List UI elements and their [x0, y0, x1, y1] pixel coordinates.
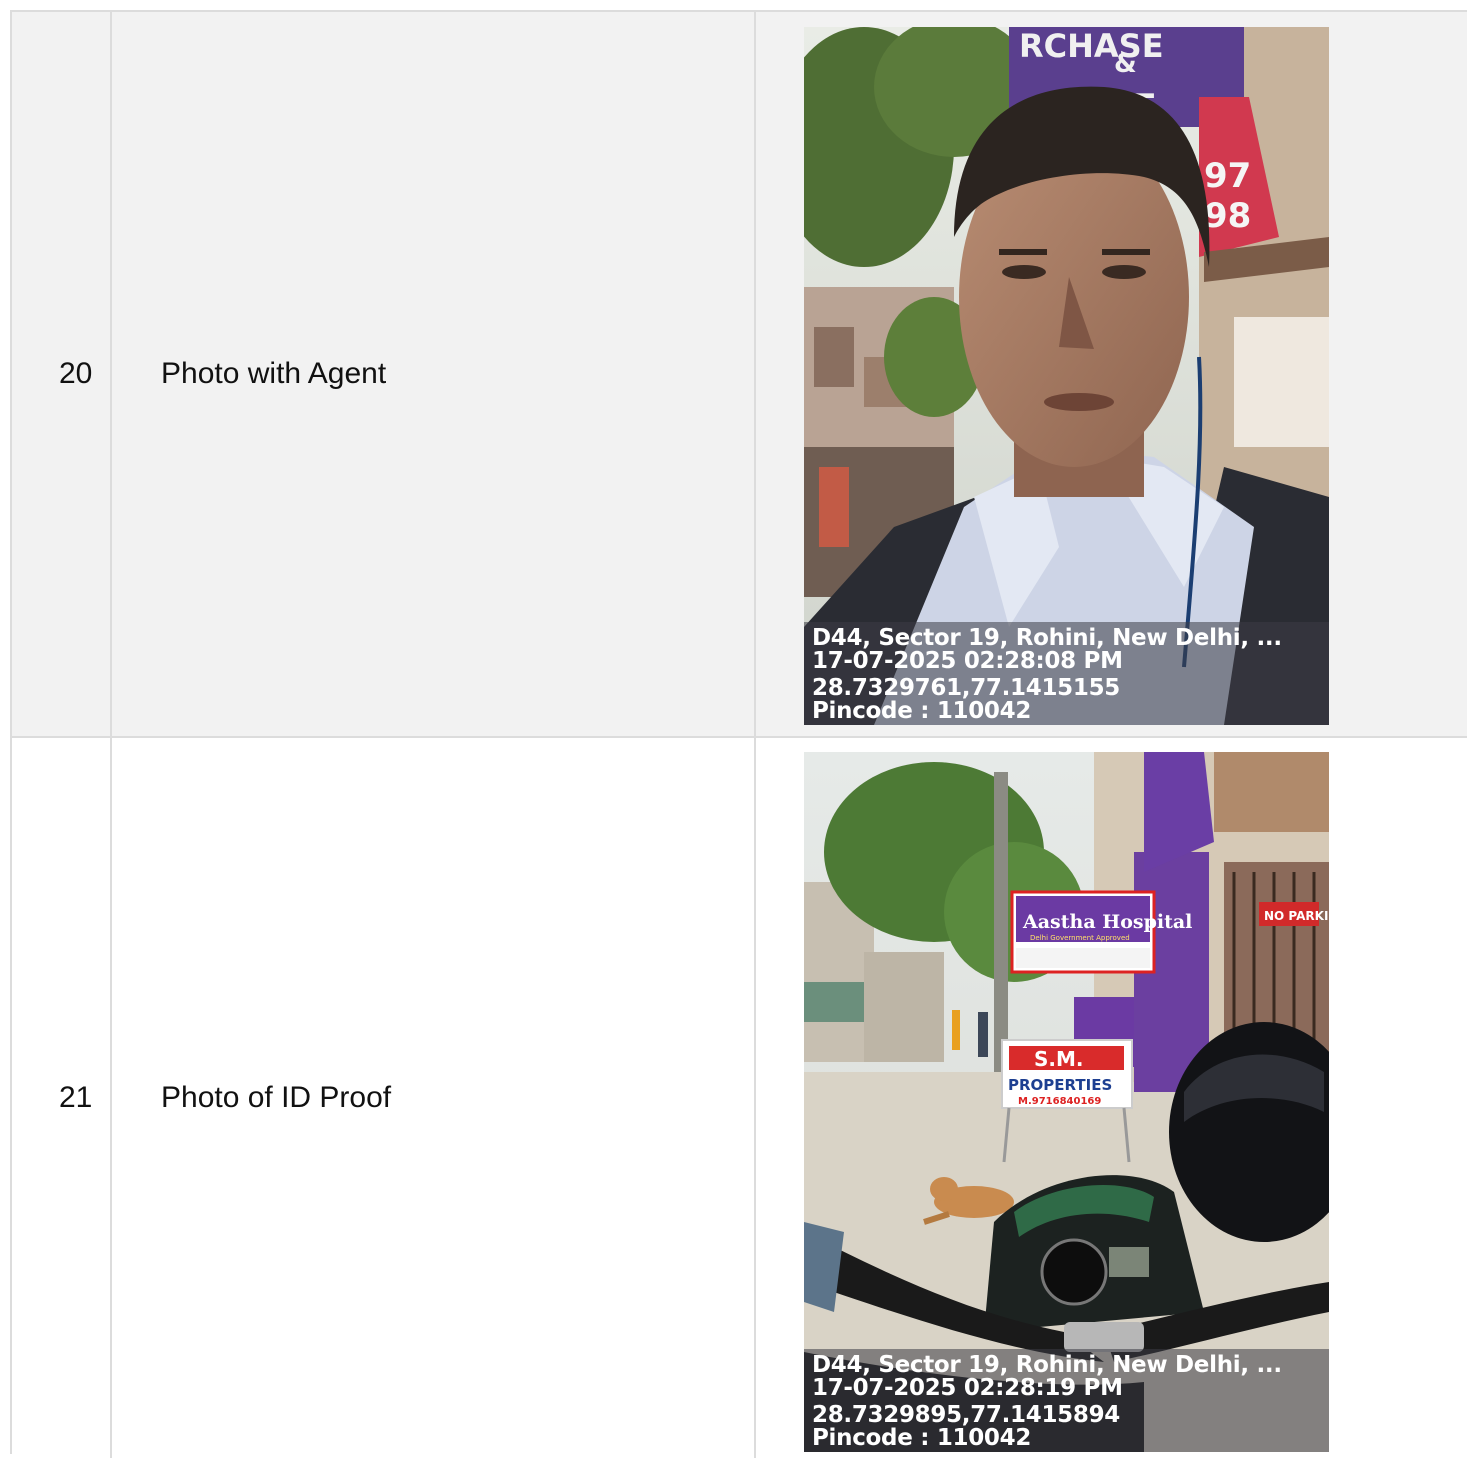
- sign-text-1: RCHASE: [1019, 27, 1164, 65]
- geo-stamp: D44, Sector 19, Rohini, New Delhi, ... 1…: [804, 1349, 1329, 1452]
- stamp-pincode: Pincode : 110042: [812, 698, 1032, 724]
- parking-sign-text: NO PARKING: [1264, 909, 1329, 923]
- stamp-timestamp: 17-07-2025 02:28:08 PM: [812, 648, 1123, 674]
- id-proof-photo[interactable]: NO PARKING Aastha Hospital Delhi Governm…: [804, 752, 1329, 1452]
- photo-table: 20 Photo with Agent RCHASE & 97 98 D44, …: [10, 10, 1467, 1458]
- description-cell: Photo with Agent: [112, 12, 756, 736]
- hospital-sign-text: Aastha Hospital: [1022, 911, 1192, 933]
- street-image: NO PARKING Aastha Hospital Delhi Governm…: [804, 752, 1329, 1452]
- sign-text-5: 98: [1204, 196, 1251, 236]
- stamp-pincode: Pincode : 110042: [812, 1425, 1032, 1451]
- photo-cell: NO PARKING Aastha Hospital Delhi Governm…: [756, 738, 1467, 1458]
- properties-sign-phone: M.9716840169: [1018, 1096, 1101, 1107]
- serial-number-cell: 21: [12, 738, 112, 1458]
- photo-cell: RCHASE & RENT 97 98: [756, 12, 1467, 736]
- selfie-image: RCHASE & RENT 97 98: [804, 27, 1329, 725]
- geo-stamp: D44, Sector 19, Rohini, New Delhi, ... 1…: [804, 622, 1329, 725]
- serial-number: 21: [59, 1081, 93, 1114]
- stamp-timestamp: 17-07-2025 02:28:19 PM: [812, 1375, 1123, 1401]
- hospital-sign-subtext: Delhi Government Approved: [1030, 934, 1130, 942]
- row-label: Photo with Agent: [161, 357, 387, 390]
- stamp-coordinates: 28.7329895,77.1415894: [812, 1402, 1120, 1428]
- properties-sign-top: S.M.: [1034, 1047, 1084, 1071]
- table-row: 20 Photo with Agent RCHASE & 97 98 D44, …: [12, 12, 1467, 738]
- agent-selfie-photo[interactable]: RCHASE & RENT 97 98: [804, 27, 1329, 725]
- table-row: 21 Photo of ID Proof NO PARKI Aastha Hos…: [12, 738, 1467, 1458]
- stamp-coordinates: 28.7329761,77.1415155: [812, 675, 1120, 701]
- stamp-address: D44, Sector 19, Rohini, New Delhi, ...: [812, 1352, 1282, 1378]
- sign-text-4: 97: [1204, 156, 1251, 196]
- row-label: Photo of ID Proof: [161, 1081, 392, 1114]
- serial-number: 20: [59, 357, 93, 390]
- description-cell: Photo of ID Proof: [112, 738, 756, 1458]
- properties-sign-text: PROPERTIES: [1008, 1076, 1112, 1094]
- serial-number-cell: 20: [12, 12, 112, 736]
- stamp-address: D44, Sector 19, Rohini, New Delhi, ...: [812, 625, 1282, 651]
- sign-text-2: &: [1114, 49, 1137, 79]
